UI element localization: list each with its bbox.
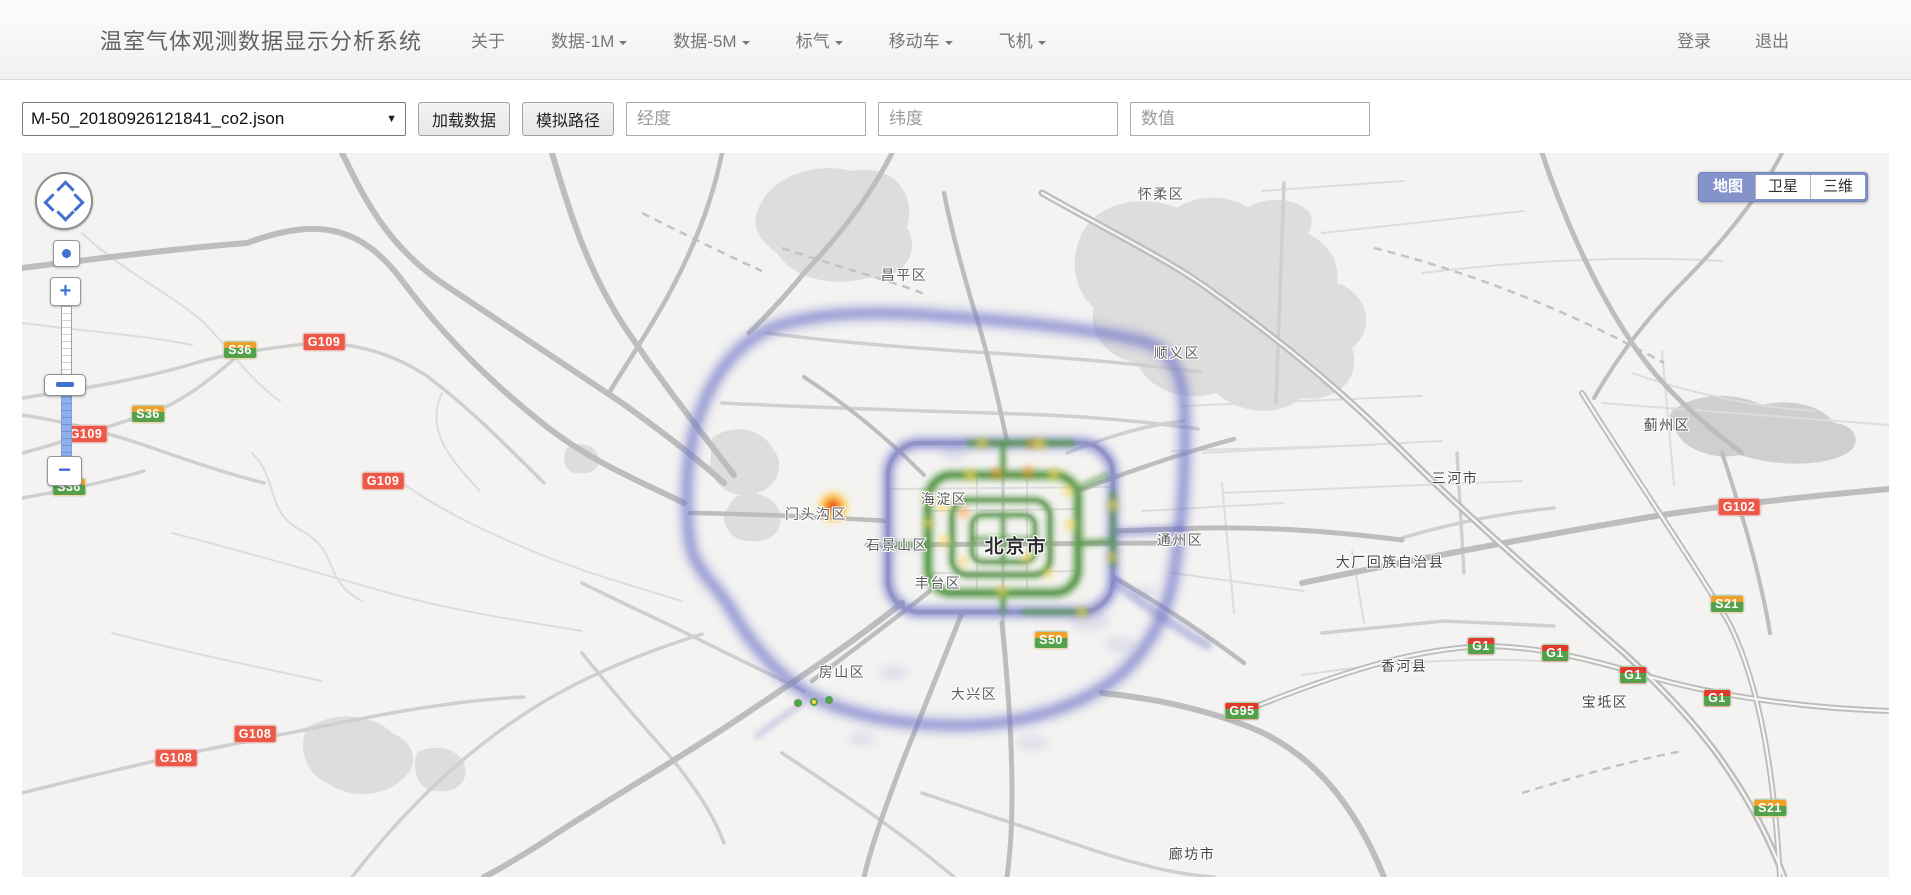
road-badge-G95: G95 [1224, 702, 1259, 720]
map-label-房山区: 房山区 [819, 662, 866, 682]
road-badge-S21: S21 [1710, 595, 1744, 613]
map-label-蓟州区: 蓟州区 [1644, 415, 1691, 435]
nav-right: 登录退出 [1655, 27, 1811, 52]
map-label-丰台区: 丰台区 [915, 573, 962, 593]
map-label-北京市: 北京市 [984, 532, 1047, 559]
pan-control[interactable] [35, 172, 93, 230]
map-label-门头沟区: 门头沟区 [785, 504, 847, 524]
map-label-廊坊市: 廊坊市 [1169, 844, 1216, 864]
road-badge-S50: S50 [1034, 631, 1068, 649]
road-badge-G108: G108 [234, 725, 277, 743]
nav-menu: 关于数据-1M数据-5M标气移动车飞机 [448, 27, 1069, 52]
map-label-通州区: 通州区 [1157, 530, 1204, 550]
road-badge-G1: G1 [1619, 666, 1647, 684]
map-label-大厂回族自治县: 大厂回族自治县 [1336, 552, 1445, 572]
nav-item-移动车[interactable]: 移动车 [866, 27, 976, 52]
zoom-out-button[interactable]: − [47, 456, 82, 486]
road-badge-G108: G108 [155, 749, 198, 767]
nav-item-数据-5M[interactable]: 数据-5M [650, 27, 772, 52]
zoom-slider-fill[interactable] [61, 396, 72, 456]
simulate-path-button[interactable]: 模拟路径 [522, 102, 614, 136]
caret-down-icon [742, 41, 750, 45]
latitude-input[interactable] [878, 102, 1118, 136]
map-graphics [22, 153, 1889, 877]
road-badge-G1: G1 [1703, 689, 1731, 707]
caret-down-icon [835, 41, 843, 45]
road-badge-S21: S21 [1753, 799, 1787, 817]
map-label-海淀区: 海淀区 [921, 489, 968, 509]
select-arrow-icon: ▼ [386, 113, 397, 125]
maptype-三维[interactable]: 三维 [1810, 175, 1865, 199]
load-data-button[interactable]: 加载数据 [418, 102, 510, 136]
zoom-slider-handle[interactable] [44, 374, 86, 396]
road-badge-G109: G109 [362, 472, 405, 490]
nav-item-退出[interactable]: 退出 [1733, 27, 1811, 52]
toolbar: M-50_20180926121841_co2.json ▼ 加载数据 模拟路径 [0, 80, 1911, 153]
map-label-宝坻区: 宝坻区 [1582, 692, 1629, 712]
nav-item-数据-1M[interactable]: 数据-1M [528, 27, 650, 52]
nav-item-标气[interactable]: 标气 [773, 27, 866, 52]
map-label-昌平区: 昌平区 [881, 265, 928, 285]
map-label-顺义区: 顺义区 [1154, 343, 1201, 363]
nav-item-飞机[interactable]: 飞机 [976, 27, 1069, 52]
road-badge-G102: G102 [1718, 498, 1761, 516]
road-badge-G109: G109 [303, 333, 346, 351]
app-title: 温室气体观测数据显示分析系统 [100, 24, 422, 56]
map-type-control: 地图卫星三维 [1698, 172, 1868, 202]
map-label-香河县: 香河县 [1381, 656, 1428, 676]
road-badge-S36: S36 [223, 341, 257, 359]
locate-button[interactable] [53, 240, 80, 267]
road-badge-G1: G1 [1467, 637, 1495, 655]
road-badge-S36: S36 [131, 405, 165, 423]
caret-down-icon [619, 41, 627, 45]
caret-down-icon [945, 41, 953, 45]
file-select-value: M-50_20180926121841_co2.json [31, 109, 284, 129]
zoom-in-button[interactable]: + [50, 277, 81, 306]
maptype-地图[interactable]: 地图 [1701, 175, 1755, 199]
nav-item-关于[interactable]: 关于 [448, 27, 528, 52]
file-select[interactable]: M-50_20180926121841_co2.json ▼ [22, 102, 406, 136]
road-badge-G1: G1 [1541, 644, 1569, 662]
maptype-卫星[interactable]: 卫星 [1755, 175, 1810, 199]
map-label-怀柔区: 怀柔区 [1138, 184, 1185, 204]
longitude-input[interactable] [626, 102, 866, 136]
locate-dot-icon [62, 249, 71, 258]
map-canvas[interactable]: 怀柔区昌平区顺义区海淀区门头沟区石景山区丰台区 通州区房山区大兴区 北京市 蓟州区三河… [22, 153, 1889, 877]
caret-down-icon [1038, 41, 1046, 45]
navbar: 温室气体观测数据显示分析系统 关于数据-1M数据-5M标气移动车飞机 登录退出 [0, 0, 1911, 80]
map-label-石景山区: 石景山区 [866, 535, 928, 555]
value-input[interactable] [1130, 102, 1370, 136]
nav-item-登录[interactable]: 登录 [1655, 27, 1733, 52]
slider-grip-icon [56, 382, 74, 387]
map-label-三河市: 三河市 [1432, 468, 1479, 488]
map-label-大兴区: 大兴区 [951, 684, 998, 704]
